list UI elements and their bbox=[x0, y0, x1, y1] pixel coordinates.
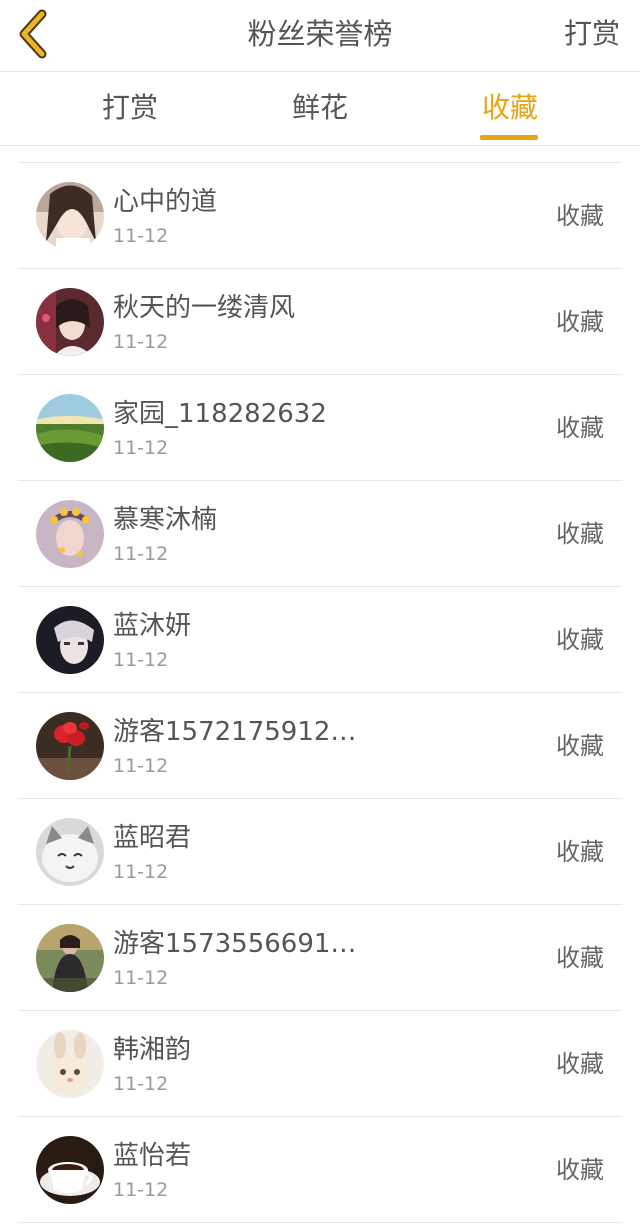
fan-action: 收藏 bbox=[556, 1156, 604, 1184]
page-title: 粉丝荣誉榜 bbox=[247, 17, 393, 51]
fan-action: 收藏 bbox=[556, 626, 604, 654]
fan-date: 11-12 bbox=[113, 1179, 169, 1201]
fan-date: 11-12 bbox=[113, 967, 169, 989]
avatar bbox=[36, 606, 104, 674]
fan-name: 韩湘韵 bbox=[113, 1035, 192, 1065]
fan-name: 慕寒沐楠 bbox=[113, 505, 218, 535]
list-item[interactable]: 蓝怡若 11-12 收藏 bbox=[18, 1117, 622, 1223]
fan-action: 收藏 bbox=[556, 520, 604, 548]
tab-reward[interactable]: 打赏 bbox=[70, 88, 190, 128]
fan-list: 心中的道 11-12 收藏 秋天的一缕清风 11-12 收藏 家园_118282… bbox=[18, 162, 622, 1223]
fan-name: 游客1572175912… bbox=[113, 717, 357, 747]
avatar bbox=[36, 288, 104, 356]
fan-action: 收藏 bbox=[556, 414, 604, 442]
avatar bbox=[36, 394, 104, 462]
fan-action: 收藏 bbox=[556, 838, 604, 866]
fan-date: 11-12 bbox=[113, 437, 169, 459]
fan-action: 收藏 bbox=[556, 732, 604, 760]
fan-date: 11-12 bbox=[113, 225, 169, 247]
avatar bbox=[36, 1030, 104, 1098]
list-item[interactable]: 秋天的一缕清风 11-12 收藏 bbox=[18, 269, 622, 375]
fan-name: 家园_118282632 bbox=[113, 399, 327, 429]
list-item[interactable]: 韩湘韵 11-12 收藏 bbox=[18, 1011, 622, 1117]
tab-flowers[interactable]: 鲜花 bbox=[260, 88, 380, 128]
list-item[interactable]: 游客1572175912… 11-12 收藏 bbox=[18, 693, 622, 799]
fan-date: 11-12 bbox=[113, 649, 169, 671]
fan-date: 11-12 bbox=[113, 543, 169, 565]
fan-name: 心中的道 bbox=[113, 187, 218, 217]
fan-action: 收藏 bbox=[556, 202, 604, 230]
list-item[interactable]: 心中的道 11-12 收藏 bbox=[18, 163, 622, 269]
fan-action: 收藏 bbox=[556, 944, 604, 972]
fan-date: 11-12 bbox=[113, 331, 169, 353]
fan-action: 收藏 bbox=[556, 308, 604, 336]
list-item[interactable]: 蓝沐妍 11-12 收藏 bbox=[18, 587, 622, 693]
tab-bar: 打赏 鲜花 收藏 bbox=[0, 72, 640, 146]
list-item[interactable]: 慕寒沐楠 11-12 收藏 bbox=[18, 481, 622, 587]
avatar bbox=[36, 500, 104, 568]
fan-date: 11-12 bbox=[113, 755, 169, 777]
fan-name: 蓝沐妍 bbox=[113, 611, 192, 641]
nav-bar: 粉丝荣誉榜 打赏 bbox=[0, 0, 640, 72]
list-item[interactable]: 蓝昭君 11-12 收藏 bbox=[18, 799, 622, 905]
avatar bbox=[36, 712, 104, 780]
fan-date: 11-12 bbox=[113, 1073, 169, 1095]
fan-name: 蓝昭君 bbox=[113, 823, 192, 853]
fan-name: 游客1573556691… bbox=[113, 929, 357, 959]
active-tab-indicator bbox=[480, 135, 538, 140]
avatar bbox=[36, 1136, 104, 1204]
avatar bbox=[36, 182, 104, 250]
fan-name: 秋天的一缕清风 bbox=[113, 293, 296, 323]
list-item[interactable]: 家园_118282632 11-12 收藏 bbox=[18, 375, 622, 481]
fan-date: 11-12 bbox=[113, 861, 169, 883]
reward-button[interactable]: 打赏 bbox=[564, 14, 620, 54]
fan-action: 收藏 bbox=[556, 1050, 604, 1078]
list-item[interactable]: 游客1573556691… 11-12 收藏 bbox=[18, 905, 622, 1011]
fan-name: 蓝怡若 bbox=[113, 1141, 192, 1171]
avatar bbox=[36, 818, 104, 886]
avatar bbox=[36, 924, 104, 992]
tab-favorites[interactable]: 收藏 bbox=[450, 88, 570, 128]
